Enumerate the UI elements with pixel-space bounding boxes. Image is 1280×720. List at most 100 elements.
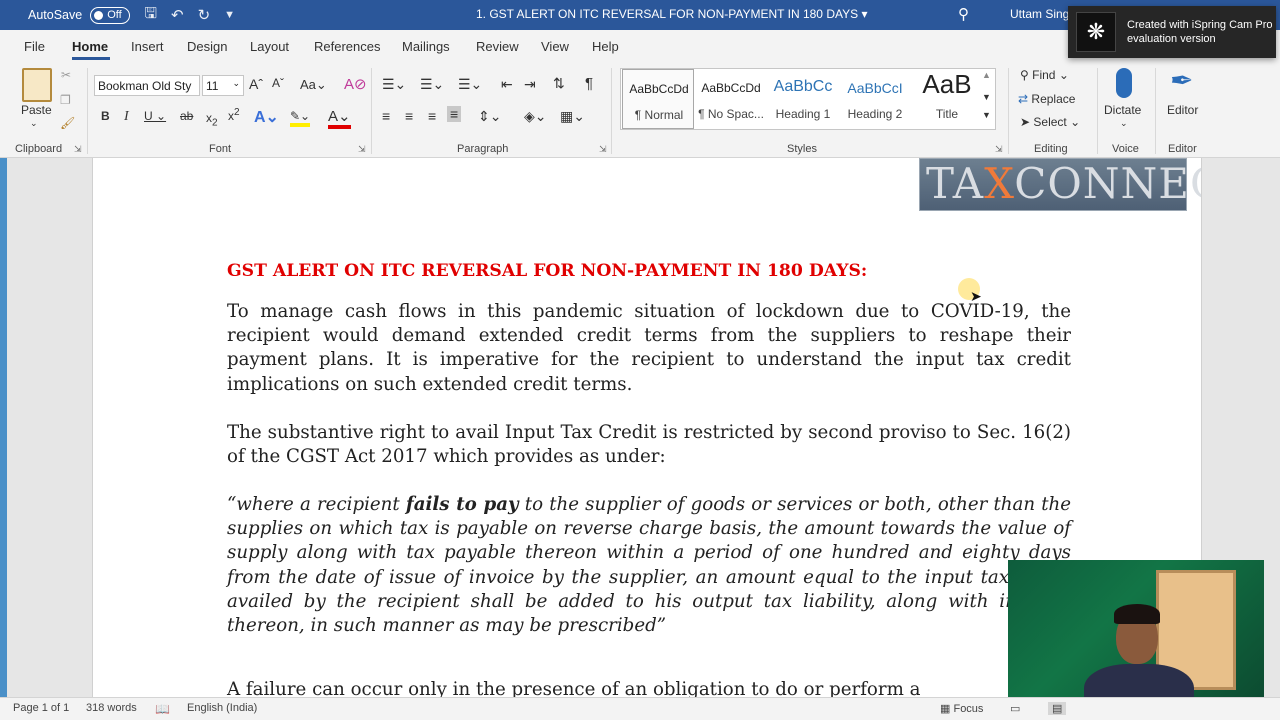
editing-group-label: Editing: [1034, 143, 1068, 155]
italic-button[interactable]: I: [124, 109, 129, 125]
print-layout-icon[interactable]: ▤: [1048, 702, 1067, 715]
tab-view[interactable]: View: [541, 39, 569, 54]
multilevel-list-icon[interactable]: ☰⌄: [458, 76, 482, 93]
copy-icon[interactable]: ❐: [60, 93, 71, 107]
proofing-icon[interactable]: 📖: [155, 702, 170, 716]
align-right-icon[interactable]: ≡: [428, 108, 436, 124]
shrink-font-icon[interactable]: Aˇ: [272, 76, 284, 90]
superscript-button[interactable]: x2: [228, 107, 240, 123]
borders-icon[interactable]: ▦⌄: [560, 108, 585, 125]
justify-icon[interactable]: ≡: [447, 106, 462, 122]
quoted-proviso: “where a recipient fails to pay to the s…: [227, 494, 1071, 637]
bold-button[interactable]: B: [101, 109, 110, 123]
find-icon: ⚲: [1020, 68, 1029, 82]
text-effects-icon[interactable]: A⌄: [254, 107, 279, 127]
style-heading-2[interactable]: AaBbCcI Heading 2: [839, 69, 911, 129]
style-title[interactable]: AaB Title: [911, 69, 983, 129]
tab-home[interactable]: Home: [72, 39, 108, 54]
dictate-button[interactable]: Dictate: [1104, 103, 1141, 117]
show-formatting-icon[interactable]: ¶: [585, 75, 593, 92]
customize-toolbar-icon[interactable]: ▼: [224, 9, 235, 21]
ispring-logo-icon: ❋: [1076, 12, 1116, 52]
document-title[interactable]: 1. GST ALERT ON ITC REVERSAL FOR NON-PAY…: [476, 7, 867, 21]
paragraph-2: The substantive right to avail Input Tax…: [227, 422, 1071, 468]
undo-icon[interactable]: ↶: [171, 6, 184, 24]
font-name-select[interactable]: Bookman Old Sty: [94, 75, 200, 96]
mouse-pointer-icon: ➤: [970, 288, 982, 304]
tab-help[interactable]: Help: [592, 39, 619, 54]
status-bar: Page 1 of 1 318 words 📖 English (India) …: [0, 697, 1280, 720]
cut-icon[interactable]: ✂: [61, 68, 71, 82]
format-painter-icon[interactable]: 🖌: [60, 116, 75, 130]
tab-insert[interactable]: Insert: [131, 39, 164, 54]
tab-design[interactable]: Design: [187, 39, 227, 54]
paste-button[interactable]: Paste: [21, 103, 52, 117]
user-name[interactable]: Uttam Sing: [1010, 7, 1069, 21]
active-tab-indicator: [72, 57, 110, 60]
styles-gallery: AaBbCcDd ¶ Normal AaBbCcDd ¶ No Spac... …: [620, 68, 996, 130]
taxconnect-logo: TAXCONNECT: [919, 158, 1201, 211]
change-case-icon[interactable]: Aa⌄: [300, 77, 327, 93]
bullets-icon[interactable]: ☰⌄: [382, 76, 406, 93]
clear-formatting-icon[interactable]: A⊘: [344, 75, 367, 93]
select-icon: ➤: [1020, 115, 1031, 129]
underline-button[interactable]: U ⌄: [144, 109, 166, 123]
microphone-icon[interactable]: [1116, 68, 1132, 98]
search-icon[interactable]: ⚲: [958, 5, 969, 23]
paste-dropdown-icon[interactable]: ⌄: [30, 118, 38, 129]
replace-button[interactable]: ⇄ Replace: [1018, 92, 1075, 106]
increase-indent-icon[interactable]: ⇥: [524, 76, 536, 93]
select-button[interactable]: ➤ Select ⌄: [1020, 115, 1080, 129]
presenter-hair: [1114, 604, 1160, 624]
language-indicator[interactable]: English (India): [187, 702, 257, 714]
styles-launcher-icon[interactable]: ⇲: [995, 144, 1003, 155]
styles-scroll-down-icon[interactable]: ▼: [982, 92, 991, 102]
dictate-dropdown-icon[interactable]: ⌄: [1120, 118, 1128, 129]
align-center-icon[interactable]: ≡: [405, 108, 413, 124]
save-icon[interactable]: 🖫: [144, 3, 157, 28]
autosave-toggle[interactable]: Off: [90, 6, 131, 24]
font-size-select[interactable]: 11 ⌄: [202, 75, 244, 96]
editor-button[interactable]: Editor: [1167, 103, 1198, 117]
font-launcher-icon[interactable]: ⇲: [358, 144, 366, 155]
style-no-spacing[interactable]: AaBbCcDd ¶ No Spac...: [695, 69, 767, 129]
style-heading-1[interactable]: AaBbCc Heading 1: [767, 69, 839, 129]
styles-more-icon[interactable]: ▼: [982, 110, 991, 120]
ribbon: Paste ⌄ ✂ ❐ 🖌 Clipboard ⇲ Bookman Old St…: [0, 62, 1280, 158]
ispring-watermark: ❋ Created with iSpring Cam Pro evaluatio…: [1068, 6, 1276, 58]
font-color-icon[interactable]: A⌄: [328, 107, 351, 129]
page-count[interactable]: Page 1 of 1: [13, 702, 69, 714]
clipboard-launcher-icon[interactable]: ⇲: [74, 144, 82, 155]
paragraph-launcher-icon[interactable]: ⇲: [599, 144, 607, 155]
tab-references[interactable]: References: [314, 39, 380, 54]
numbering-icon[interactable]: ☰⌄: [420, 76, 444, 93]
line-spacing-icon[interactable]: ⇕⌄: [478, 108, 501, 125]
word-count[interactable]: 318 words: [86, 702, 137, 714]
tab-layout[interactable]: Layout: [250, 39, 289, 54]
paragraph-1: To manage cash flows in this pandemic si…: [227, 301, 1071, 395]
align-left-icon[interactable]: ≡: [382, 108, 390, 124]
grow-font-icon[interactable]: Aˆ: [249, 76, 263, 92]
focus-button[interactable]: ▦ Focus: [940, 702, 983, 715]
tab-mailings[interactable]: Mailings: [402, 39, 450, 54]
styles-group-label: Styles: [787, 143, 817, 155]
read-mode-icon[interactable]: ▭: [1010, 702, 1020, 715]
watermark-line-2: evaluation version: [1127, 33, 1216, 45]
highlight-icon[interactable]: ✎⌄: [290, 109, 311, 127]
subscript-button[interactable]: x2: [206, 111, 218, 128]
document-heading: GST ALERT ON ITC REVERSAL FOR NON-PAYMEN…: [227, 261, 868, 281]
voice-group-label: Voice: [1112, 143, 1139, 155]
styles-scroll-up-icon[interactable]: ▲: [982, 70, 991, 80]
shading-icon[interactable]: ◈⌄: [524, 108, 547, 125]
style-normal[interactable]: AaBbCcDd ¶ Normal: [622, 69, 694, 129]
tab-review[interactable]: Review: [476, 39, 519, 54]
paste-icon[interactable]: [22, 68, 52, 102]
find-button[interactable]: ⚲ Find ⌄: [1020, 68, 1069, 82]
watermark-line-1: Created with iSpring Cam Pro: [1127, 19, 1273, 31]
editor-pen-icon[interactable]: ✒: [1170, 64, 1193, 97]
sort-icon[interactable]: ⇅: [553, 75, 565, 92]
tab-file[interactable]: File: [24, 39, 45, 54]
strikethrough-button[interactable]: ab: [180, 109, 193, 123]
decrease-indent-icon[interactable]: ⇤: [501, 76, 513, 93]
redo-icon[interactable]: ↻: [198, 6, 211, 24]
